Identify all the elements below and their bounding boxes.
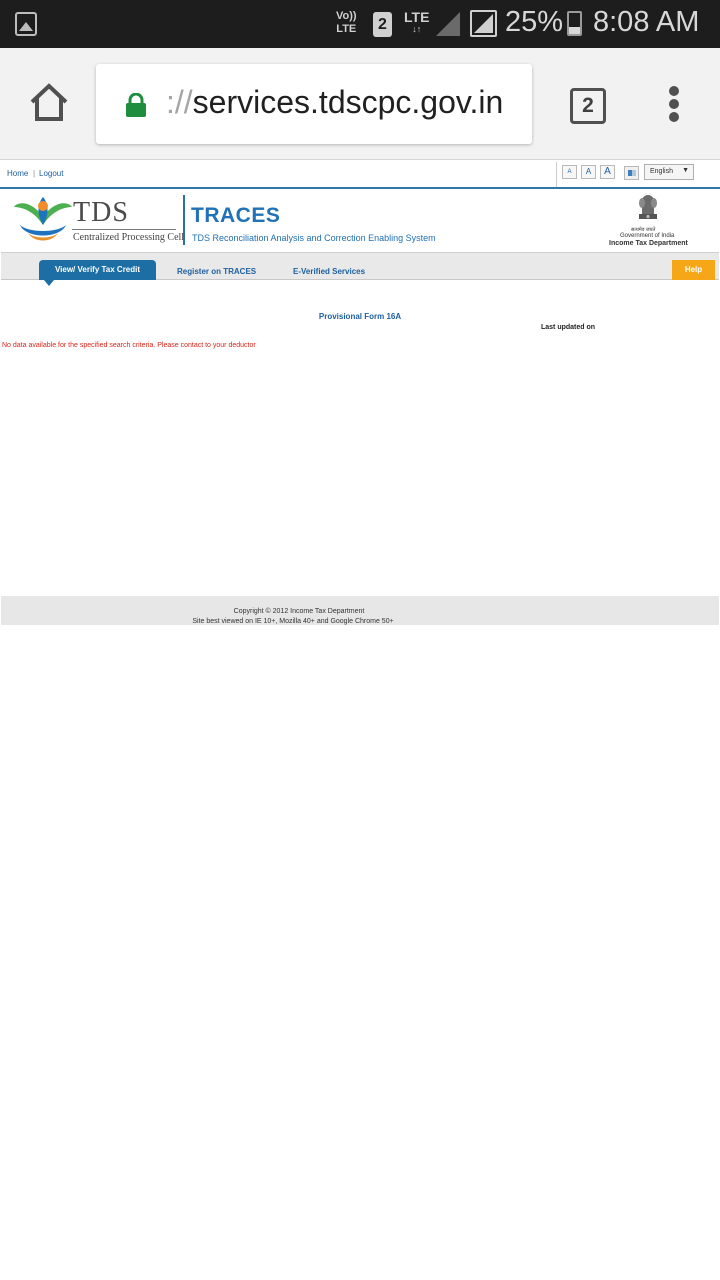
- home-icon[interactable]: [28, 82, 70, 124]
- volte-label: Vo)): [336, 10, 357, 22]
- font-large-button[interactable]: A: [600, 165, 615, 179]
- status-bar: Vo)) LTE 2 LTE ↓↑ 25% 8:08 AM: [0, 0, 720, 48]
- lte-data-icon: LTE ↓↑: [404, 10, 429, 34]
- page-footer: Copyright © 2012 Income Tax Department S…: [1, 596, 719, 625]
- tds-underline: [72, 229, 176, 230]
- top-utility-nav: Home | Logout A A A English ▼: [0, 161, 720, 189]
- tab-switcher-button[interactable]: 2: [570, 88, 606, 124]
- url-scheme: ://: [166, 84, 193, 120]
- data-activity-arrows-icon: ↓↑: [412, 24, 422, 34]
- address-bar[interactable]: ://services.tdscpc.gov.in: [96, 64, 532, 144]
- tds-logo-icon: [14, 197, 72, 241]
- contrast-toggle-icon[interactable]: [624, 166, 639, 180]
- last-updated-label: Last updated on: [541, 324, 596, 331]
- font-small-button[interactable]: A: [562, 165, 577, 179]
- url-host: services.tdscpc.gov.in: [192, 84, 504, 120]
- url-text[interactable]: ://services.tdscpc.gov.in: [166, 84, 503, 121]
- volte-icon: Vo)) LTE: [336, 10, 357, 36]
- tds-wordmark: TDS: [73, 197, 129, 228]
- income-tax-department-label: Income Tax Department: [609, 240, 688, 247]
- tds-subtitle: Centralized Processing Cell: [73, 232, 185, 243]
- browser-toolbar: ://services.tdscpc.gov.in 2: [0, 48, 720, 160]
- battery-percentage: 25%: [505, 6, 564, 38]
- menu-view-verify-tax-credit[interactable]: View/ Verify Tax Credit: [39, 260, 156, 286]
- network-type-label: LTE: [404, 9, 430, 25]
- site-header: TDS Centralized Processing Cell TRACES T…: [0, 191, 720, 252]
- sim-slot-icon: 2: [373, 12, 392, 37]
- language-value: English: [650, 168, 673, 175]
- menu-register-on-traces[interactable]: Register on TRACES: [177, 267, 256, 276]
- page-title: Provisional Form 16A: [318, 312, 402, 321]
- gallery-notification-icon: [15, 12, 37, 36]
- home-link[interactable]: Home: [7, 169, 28, 178]
- web-page: Home | Logout A A A English ▼ TDS Centra…: [0, 161, 720, 1280]
- battery-icon: [567, 11, 582, 36]
- logout-link[interactable]: Logout: [39, 169, 63, 178]
- no-data-message: No data available for the specified sear…: [2, 342, 256, 349]
- help-button[interactable]: Help: [672, 260, 715, 280]
- dropdown-arrow-icon: ▼: [682, 167, 689, 174]
- main-menu: View/ Verify Tax Credit Register on TRAC…: [1, 252, 719, 286]
- traces-title: TRACES: [191, 204, 281, 227]
- national-emblem-icon: [639, 195, 657, 219]
- font-size-controls: A A A: [556, 162, 615, 187]
- font-medium-button[interactable]: A: [581, 165, 596, 179]
- signal-sim2-icon: [470, 10, 497, 37]
- lock-icon: [126, 93, 146, 117]
- government-of-india-label: Government of India: [620, 233, 675, 239]
- copyright-text: Copyright © 2012 Income Tax Department: [233, 608, 365, 615]
- menu-e-verified-services[interactable]: E-Verified Services: [293, 267, 365, 276]
- volte-lte-label: LTE: [336, 23, 357, 35]
- browser-compatibility-text: Site best viewed on IE 10+, Mozilla 40+ …: [192, 618, 394, 625]
- clock: 8:08 AM: [593, 6, 700, 38]
- header-divider: [183, 195, 185, 245]
- language-select[interactable]: English ▼: [644, 164, 694, 180]
- traces-subtitle: TDS Reconciliation Analysis and Correcti…: [192, 233, 436, 243]
- nav-separator: |: [33, 169, 36, 178]
- overflow-menu-icon[interactable]: [668, 86, 680, 122]
- signal-sim1-icon: [436, 12, 460, 36]
